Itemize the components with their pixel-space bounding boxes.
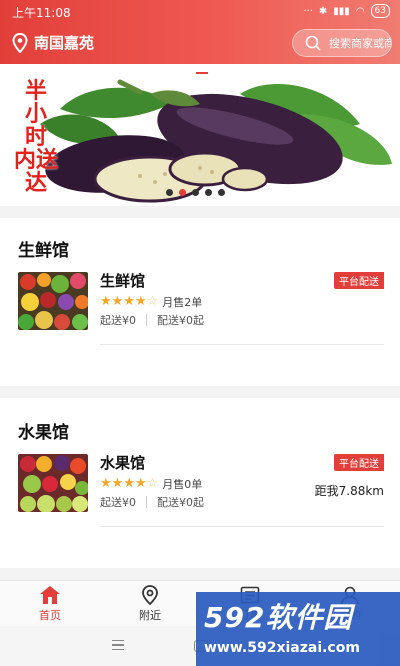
watermark-url: www.592xiazai.com [204,640,360,656]
tab-nearby[interactable]: 附近 [100,581,200,626]
tab-home[interactable]: 首页 [0,581,100,626]
fee-separator [146,496,147,508]
min-order: 起送¥0 [100,496,136,509]
menu-icon[interactable] [112,640,124,650]
section-gap [0,386,400,398]
fee-separator [146,314,147,326]
shop-card-fruit[interactable]: 水果馆 ★ ★ ★ ★ ☆ 月售0单 起送¥0 配送¥0起 平台配送 距我7.8… [0,454,400,518]
monthly-sales: 月售2单 [162,296,203,309]
platform-delivery-badge: 平台配送 [334,454,384,471]
section-title-fresh: 生鲜馆 [18,241,69,261]
star-filled-icon: ★ [134,294,147,309]
star-empty-icon: ☆ [146,476,159,491]
banner-slogan-line: 小 [24,102,47,127]
banner-slogan: 半 小 时 内送 达 [12,80,60,195]
location-selector[interactable]: 南国嘉苑 [12,32,94,53]
star-filled-icon: ★ [123,476,135,491]
star-filled-icon: ★ [134,476,147,491]
banner-slogan-line: 半 [24,79,47,104]
banner-slogan-line: 时 [24,125,47,150]
shop-distance: 距我7.88km [314,484,384,498]
banner-dot-active[interactable] [179,189,186,196]
platform-delivery-badge: 平台配送 [334,272,384,289]
shop-thumbnail [18,454,88,512]
shop-card-fresh[interactable]: 生鲜馆 ★ ★ ★ ★ ☆ 月售2单 起送¥0 配送¥0起 平台配送 [0,272,400,336]
star-filled-icon: ★ [111,476,124,491]
star-empty-icon: ☆ [146,294,159,309]
watermark-logo-text: 592软件园 [204,601,353,634]
search-placeholder: 搜索商家或商品 [329,37,391,50]
star-filled-icon: ★ [100,476,112,491]
banner-dot[interactable] [218,189,225,196]
tab-label: 附近 [139,608,161,622]
location-pin-icon [12,32,28,53]
home-icon [40,585,60,604]
shop-rating: ★ ★ ★ ★ ☆ 月售0单 [100,476,202,492]
more-dots-icon: ··· [303,5,313,17]
banner-dot[interactable] [205,189,212,196]
eggplant-image [40,79,392,203]
shop-thumbnail [18,272,88,330]
shop-name: 生鲜馆 [100,272,146,290]
shop-divider [100,526,384,527]
promo-banner[interactable]: 半 小 时 内送 达 [0,64,400,206]
shop-fees: 起送¥0 配送¥0起 [100,494,204,510]
banner-slogan-line: 达 [24,171,47,196]
delivery-fee: 配送¥0起 [157,314,204,327]
shop-rating: ★ ★ ★ ★ ☆ 月售2单 [100,294,202,310]
status-bar: 上午11:08 ··· ✱ ▮▮▮ ◠ 63 [0,0,400,22]
status-time: 上午11:08 [12,6,71,20]
battery-icon: 63 [370,4,390,18]
bluetooth-icon: ✱ [318,5,328,17]
wifi-icon: ◠ [355,5,365,17]
star-filled-icon: ★ [123,294,135,309]
shop-divider [100,344,384,345]
section-title-fruit: 水果馆 [18,423,69,443]
search-input[interactable]: 搜索商家或商品 [292,29,392,57]
shop-name: 水果馆 [100,454,146,472]
monthly-sales: 月售0单 [162,478,203,491]
status-icons: ··· ✱ ▮▮▮ ◠ 63 [303,4,390,18]
search-icon [305,35,321,51]
banner-slogan-line: 内送 [13,148,58,173]
star-filled-icon: ★ [111,294,124,309]
watermark-logo: 592软件园 www.592xiazai.com [196,592,400,666]
section-gap [0,568,400,580]
star-filled-icon: ★ [100,294,112,309]
banner-dot[interactable] [192,189,199,196]
location-name: 南国嘉苑 [34,34,95,52]
section-gap [0,206,400,218]
shop-fees: 起送¥0 配送¥0起 [100,312,204,328]
banner-dot[interactable] [166,189,173,196]
banner-pagination [166,189,225,196]
location-pin-icon [142,584,158,605]
delivery-fee: 配送¥0起 [157,496,204,509]
header-bar: 上午11:08 ··· ✱ ▮▮▮ ◠ 63 南国嘉苑 搜索商家或商品 [0,0,400,64]
tab-label: 首页 [39,608,61,622]
min-order: 起送¥0 [100,314,136,327]
signal-icon: ▮▮▮ [333,5,350,17]
